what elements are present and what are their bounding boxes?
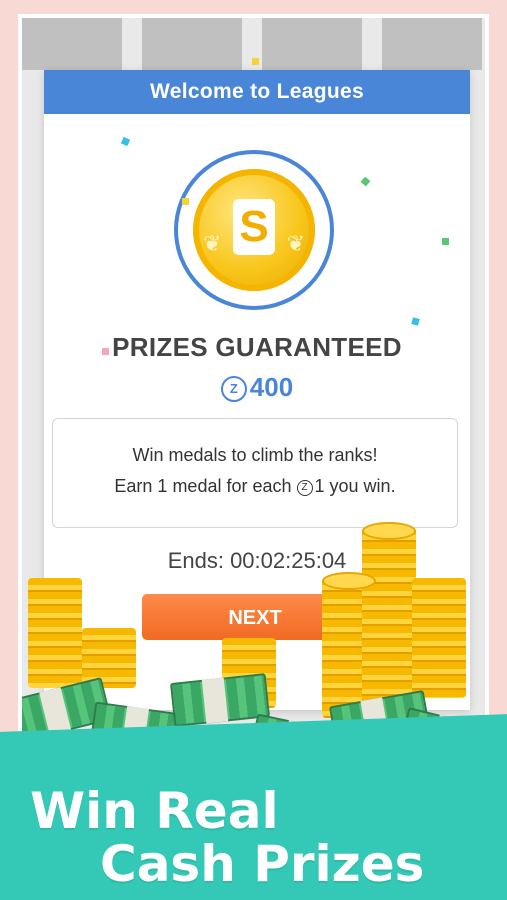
coin-ring: ❦ S ❦: [174, 150, 334, 310]
info-box: Win medals to climb the ranks! Earn 1 me…: [52, 418, 458, 528]
coin-top-decoration: [322, 572, 376, 590]
coin-stack-decoration: [28, 578, 82, 688]
laurel-right-icon: ❦: [286, 231, 305, 256]
info-line-2-suffix: you win.: [324, 476, 396, 496]
coin-stack-decoration: [362, 528, 416, 708]
info-line-1: Win medals to climb the ranks!: [132, 445, 378, 465]
info-line-2-amount: 1: [314, 476, 325, 496]
bg-tile: [142, 18, 242, 70]
promo-headline-2: Cash Prizes: [100, 835, 425, 893]
modal-title: Welcome to Leagues: [44, 70, 470, 114]
coin-glyph: S: [233, 199, 275, 255]
info-line-2-prefix: Earn 1 medal for each: [114, 476, 297, 496]
laurel-left-icon: ❦: [203, 231, 222, 256]
info-line-2: Earn 1 medal for each Z1 you win.: [53, 476, 457, 497]
currency-icon: Z: [220, 376, 247, 402]
gold-coin-icon: ❦ S ❦: [193, 169, 315, 291]
currency-small-icon: Z: [296, 480, 313, 496]
bg-tile: [382, 18, 482, 70]
bg-tile: [262, 18, 362, 70]
bg-tile: [22, 18, 122, 70]
confetti: [102, 348, 109, 355]
promo-headline-1: Win Real: [30, 782, 279, 840]
confetti: [252, 58, 259, 65]
confetti: [182, 198, 189, 205]
coin-top-decoration: [362, 522, 416, 540]
coin-stack-decoration: [412, 578, 466, 698]
game-screenshot-frame: Welcome to Leagues ❦ S ❦ PRIZES GUARANTE…: [18, 14, 489, 784]
prize-amount: Z 400: [44, 372, 470, 403]
prize-amount-value: 400: [249, 372, 294, 402]
confetti: [442, 238, 449, 245]
